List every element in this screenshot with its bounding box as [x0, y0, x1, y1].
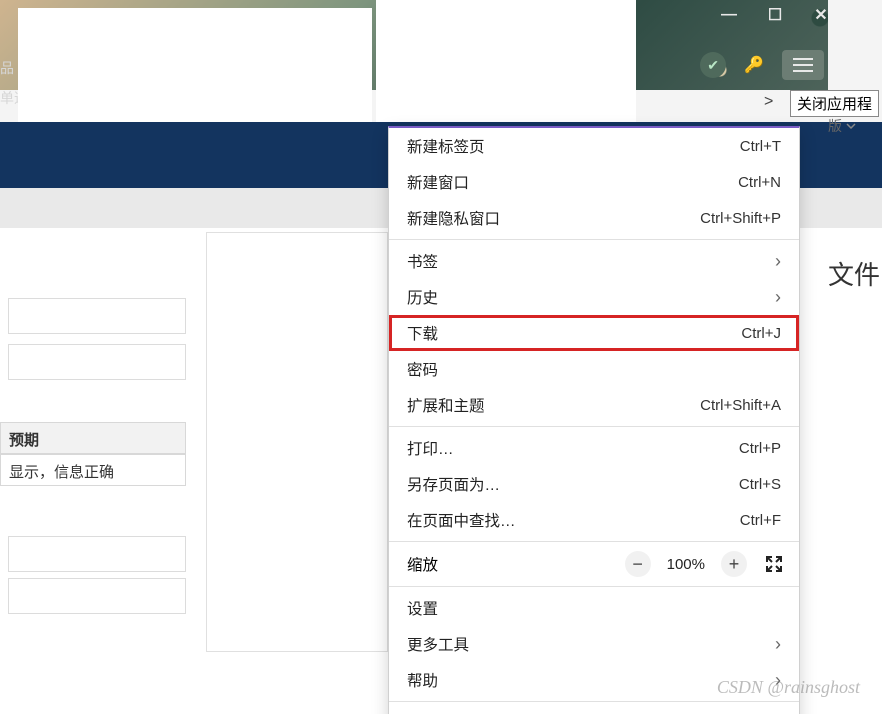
left-input-1[interactable] — [8, 298, 186, 334]
fullscreen-button[interactable] — [763, 553, 785, 575]
menu-item-label: 密码 — [407, 358, 438, 380]
menu-separator — [389, 239, 799, 240]
menu-zoom: 缩放 − 100% + — [389, 545, 799, 583]
menu-item-label: 下载 — [407, 322, 438, 344]
left-panel — [206, 232, 388, 652]
overlay-box-left — [18, 8, 372, 126]
menu-item-shortcut: Ctrl+Shift+A — [700, 397, 781, 414]
left-input-4[interactable] — [8, 578, 186, 614]
menu-find[interactable]: 在页面中查找… Ctrl+F — [389, 502, 799, 538]
close-button[interactable]: ✕ — [812, 6, 830, 24]
key-icon[interactable]: 🔑 — [744, 55, 764, 75]
minimize-button[interactable]: — — [720, 6, 738, 24]
page-heading-right: 文件 — [828, 255, 880, 292]
menu-passwords[interactable]: 密码 — [389, 351, 799, 387]
maximize-button[interactable]: ☐ — [766, 6, 784, 24]
menu-bookmarks[interactable]: 书签 › — [389, 243, 799, 279]
menu-item-label: 新建标签页 — [407, 135, 485, 157]
edge-label-1: 品 — [0, 58, 14, 78]
menu-item-shortcut: Ctrl+P — [739, 440, 781, 457]
menu-new-private[interactable]: 新建隐私窗口 Ctrl+Shift+P — [389, 200, 799, 236]
menu-new-window[interactable]: 新建窗口 Ctrl+N — [389, 164, 799, 200]
watermark: CSDN @rainsghost — [717, 677, 860, 698]
menu-item-shortcut: Ctrl+Shift+P — [700, 210, 781, 227]
overlay-box-mid — [376, 0, 636, 122]
left-input-2[interactable] — [8, 344, 186, 380]
right-dropdown[interactable]: 版 — [828, 116, 856, 136]
tooltip-arrow-icon: > — [764, 93, 773, 111]
menu-item-label: 缩放 — [407, 553, 438, 575]
menu-item-shortcut: Ctrl+J — [741, 325, 781, 342]
menu-downloads[interactable]: 下载 Ctrl+J — [389, 315, 799, 351]
menu-separator — [389, 586, 799, 587]
left-table-header: 预期 — [0, 422, 186, 454]
close-app-tooltip: 关闭应用程 — [790, 90, 879, 117]
menu-new-tab[interactable]: 新建标签页 Ctrl+T — [389, 128, 799, 164]
chevron-right-icon: › — [775, 634, 781, 655]
menu-separator — [389, 701, 799, 702]
chevron-down-icon — [846, 121, 856, 131]
fullscreen-icon — [765, 555, 783, 573]
menu-item-label: 扩展和主题 — [407, 394, 485, 416]
menu-item-label: 书签 — [407, 250, 438, 272]
menu-separator — [389, 426, 799, 427]
menu-item-shortcut: Ctrl+F — [740, 512, 781, 529]
zoom-in-button[interactable]: + — [721, 551, 747, 577]
zoom-out-button[interactable]: − — [625, 551, 651, 577]
toolbar-right: ✔ 🔑 — [700, 50, 824, 80]
menu-save-as[interactable]: 另存页面为… Ctrl+S — [389, 466, 799, 502]
window-controls: — ☐ ✕ — [720, 6, 830, 24]
menu-item-label: 在页面中查找… — [407, 509, 516, 531]
shield-icon[interactable]: ✔ — [700, 52, 726, 78]
menu-settings[interactable]: 设置 — [389, 590, 799, 626]
menu-item-label: 另存页面为… — [407, 473, 500, 495]
right-dropdown-label: 版 — [828, 116, 842, 136]
menu-item-shortcut: Ctrl+T — [740, 138, 781, 155]
hamburger-menu-button[interactable] — [782, 50, 824, 80]
menu-item-label: 设置 — [407, 597, 438, 619]
left-input-3[interactable] — [8, 536, 186, 572]
menu-separator — [389, 541, 799, 542]
menu-item-label: 新建窗口 — [407, 171, 469, 193]
menu-addons[interactable]: 扩展和主题 Ctrl+Shift+A — [389, 387, 799, 423]
menu-item-label: 新建隐私窗口 — [407, 207, 500, 229]
menu-item-label: 历史 — [407, 286, 438, 308]
menu-item-shortcut: Ctrl+N — [738, 174, 781, 191]
menu-item-label: 更多工具 — [407, 633, 469, 655]
chevron-right-icon: › — [775, 287, 781, 308]
menu-item-label: 帮助 — [407, 669, 438, 691]
left-table-cell: 显示，信息正确 — [0, 454, 186, 486]
menu-print[interactable]: 打印… Ctrl+P — [389, 430, 799, 466]
zoom-value: 100% — [667, 556, 705, 573]
menu-more-tools[interactable]: 更多工具 › — [389, 626, 799, 662]
menu-history[interactable]: 历史 › — [389, 279, 799, 315]
app-menu: 新建标签页 Ctrl+T 新建窗口 Ctrl+N 新建隐私窗口 Ctrl+Shi… — [388, 126, 800, 714]
menu-item-label: 打印… — [407, 437, 454, 459]
chevron-right-icon: › — [775, 251, 781, 272]
menu-exit[interactable]: 退出 Ctrl+Shift+Q — [389, 705, 799, 714]
menu-item-shortcut: Ctrl+S — [739, 476, 781, 493]
